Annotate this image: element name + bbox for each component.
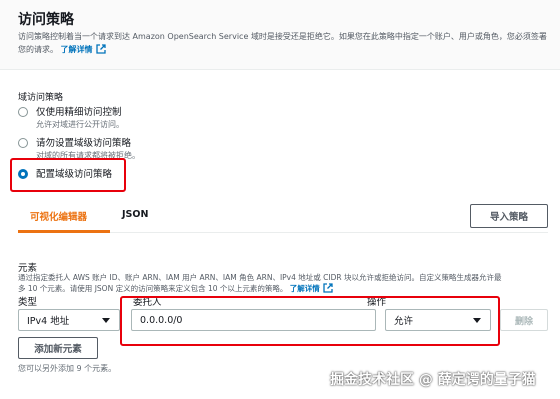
external-link-icon — [95, 44, 106, 54]
tab-visual-editor[interactable]: 可视化编辑器 — [30, 209, 87, 223]
import-policy-button[interactable]: 导入策略 — [470, 204, 548, 228]
caret-down-icon — [102, 318, 110, 323]
type-select[interactable]: IPv4 地址 — [18, 309, 120, 331]
domain-access-label: 域访问策略 — [18, 93, 64, 103]
watermark: 掘金技术社区 @ 薛定谔的量子猫 — [330, 372, 536, 388]
panel-header: 访问策略 访问策略控制着当一个请求到达 Amazon OpenSearch Se… — [0, 0, 560, 70]
tab-json[interactable]: JSON — [122, 209, 148, 220]
active-tab-indicator — [18, 230, 110, 233]
annotation-highlight-box — [120, 296, 500, 346]
add-element-button[interactable]: 添加新元素 — [18, 337, 98, 359]
column-type-label: 类型 — [18, 297, 38, 308]
elements-learn-more-link[interactable]: 了解详情 — [290, 283, 333, 293]
elements-description: 通过指定委托人 AWS 账户 ID、账户 ARN、IAM 用户 ARN、IAM … — [18, 273, 502, 293]
external-link-icon — [323, 283, 333, 293]
learn-more-link[interactable]: 了解详情 — [61, 44, 106, 54]
remove-button[interactable]: 删除 — [500, 309, 548, 331]
radio-button[interactable] — [18, 107, 28, 117]
annotation-highlight-box — [10, 158, 126, 192]
radio-fine-grained-only[interactable]: 仅使用精细访问控制 允许对域进行公开访问。 — [18, 106, 124, 130]
radio-button[interactable] — [18, 138, 28, 148]
panel-description: 访问策略控制着当一个请求到达 Amazon OpenSearch Service… — [18, 32, 547, 54]
page-title: 访问策略 — [18, 12, 74, 28]
remaining-elements-note: 您可以另外添加 9 个元素。 — [18, 364, 117, 373]
